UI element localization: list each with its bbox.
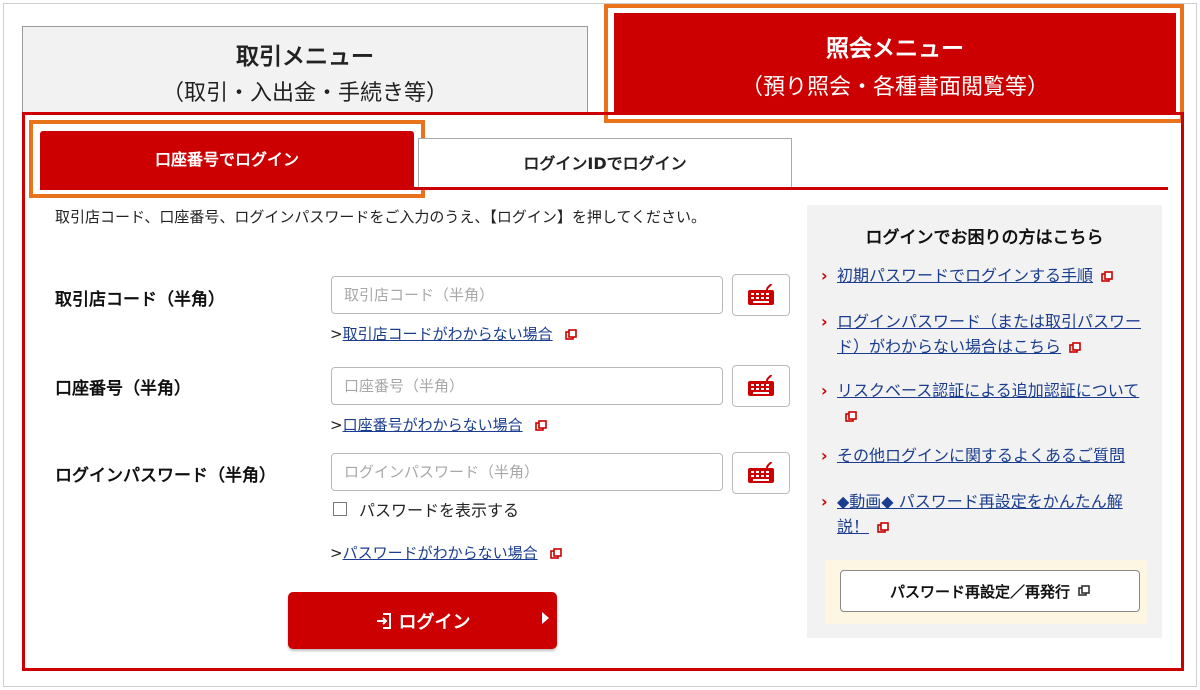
tab-account-login[interactable]: 口座番号でログイン bbox=[40, 131, 414, 189]
external-link-icon bbox=[877, 521, 889, 533]
external-link-icon bbox=[845, 410, 857, 422]
external-link-icon bbox=[550, 547, 563, 559]
password-keyboard-button[interactable] bbox=[732, 452, 790, 494]
login-door-icon bbox=[376, 612, 391, 629]
help-item-forgot-password[interactable]: › ログインパスワード（または取引パスワード）がわからない場合はこちら bbox=[821, 309, 1151, 359]
help-item-initial-password[interactable]: › 初期パスワードでログインする手順 bbox=[821, 263, 1151, 288]
account-help-prefix: > bbox=[330, 416, 343, 434]
login-help-box: ログインでお困りの方はこちら › 初期パスワードでログインする手順 › ログイン… bbox=[807, 205, 1162, 638]
password-reset-label: パスワード再設定／再発行 bbox=[889, 582, 1070, 601]
show-password-label: パスワードを表示する bbox=[359, 501, 520, 520]
reset-button-area: パスワード再設定／再発行 bbox=[825, 560, 1147, 624]
login-help-title: ログインでお困りの方はこちら bbox=[865, 228, 1104, 248]
chevron-right-icon: › bbox=[821, 266, 828, 285]
chevron-right-icon: › bbox=[821, 381, 828, 400]
keyboard-icon bbox=[748, 284, 774, 305]
show-password-toggle[interactable]: パスワードを表示する bbox=[333, 497, 519, 521]
help-item-label: 初期パスワードでログインする手順 bbox=[837, 266, 1094, 285]
external-link-icon bbox=[1101, 270, 1113, 282]
keyboard-icon bbox=[748, 375, 774, 396]
password-label: ログインパスワード（半角） bbox=[55, 466, 276, 486]
password-input[interactable] bbox=[331, 453, 723, 491]
account-help-link[interactable]: 口座番号がわからない場合 bbox=[343, 416, 523, 434]
trade-menu-tab[interactable]: 取引メニュー （取引・入出金・手続き等） bbox=[22, 26, 588, 112]
help-item-risk-based-auth[interactable]: › リスクベース認証による追加認証について bbox=[821, 378, 1151, 428]
account-number-label: 口座番号（半角） bbox=[55, 379, 191, 399]
chevron-right-icon: › bbox=[821, 492, 828, 511]
intro-text: 取引店コード、口座番号、ログインパスワードをご入力のうえ、【ログイン】を押してく… bbox=[55, 208, 707, 226]
help-item-label: ログインパスワード（または取引パスワード）がわからない場合はこちら bbox=[837, 312, 1142, 356]
account-help: >口座番号がわからない場合 bbox=[330, 414, 548, 435]
account-number-input[interactable] bbox=[331, 367, 723, 405]
keyboard-icon bbox=[748, 462, 774, 483]
branch-code-label: 取引店コード（半角） bbox=[55, 290, 225, 310]
password-reset-button[interactable]: パスワード再設定／再発行 bbox=[840, 570, 1140, 612]
branch-help: >取引店コードがわからない場合 bbox=[330, 323, 578, 344]
chevron-right-icon: › bbox=[821, 446, 828, 465]
external-link-icon bbox=[565, 328, 578, 340]
branch-code-input[interactable] bbox=[331, 276, 723, 314]
branch-help-link[interactable]: 取引店コードがわからない場合 bbox=[343, 325, 553, 343]
branch-help-prefix: > bbox=[330, 325, 343, 343]
help-item-label: リスクベース認証による追加認証について bbox=[837, 381, 1140, 400]
help-item-label: その他ログインに関するよくあるご質問 bbox=[837, 446, 1126, 465]
chevron-right-icon bbox=[542, 612, 549, 624]
inquiry-menu-subtitle: （預り照会・各種書面閲覧等） bbox=[740, 75, 1049, 100]
branch-keyboard-button[interactable] bbox=[732, 274, 790, 316]
chevron-right-icon: › bbox=[821, 312, 828, 331]
password-help-link[interactable]: パスワードがわからない場合 bbox=[343, 544, 538, 562]
inquiry-menu-tab[interactable]: 照会メニュー （預り照会・各種書面閲覧等） bbox=[614, 13, 1176, 113]
show-password-checkbox[interactable] bbox=[333, 502, 347, 516]
login-button[interactable]: ログイン bbox=[288, 592, 557, 649]
external-link-icon bbox=[535, 419, 548, 431]
inquiry-menu-title: 照会メニュー bbox=[826, 36, 964, 62]
login-button-label: ログイン bbox=[398, 611, 471, 633]
trade-menu-subtitle: （取引・入出金・手続き等） bbox=[161, 81, 448, 106]
password-help-prefix: > bbox=[330, 544, 343, 562]
password-help: >パスワードがわからない場合 bbox=[330, 542, 563, 563]
external-link-icon bbox=[1069, 341, 1081, 353]
help-item-video[interactable]: › ◆動画◆ パスワード再設定をかんたん解説！ bbox=[821, 489, 1151, 539]
external-link-icon bbox=[1078, 585, 1090, 596]
tab-underline bbox=[40, 187, 1168, 190]
tab-loginid-login[interactable]: ログインIDでログイン bbox=[418, 138, 792, 188]
help-item-faq[interactable]: › その他ログインに関するよくあるご質問 bbox=[821, 443, 1151, 468]
trade-menu-title: 取引メニュー bbox=[236, 44, 374, 70]
account-keyboard-button[interactable] bbox=[732, 365, 790, 407]
